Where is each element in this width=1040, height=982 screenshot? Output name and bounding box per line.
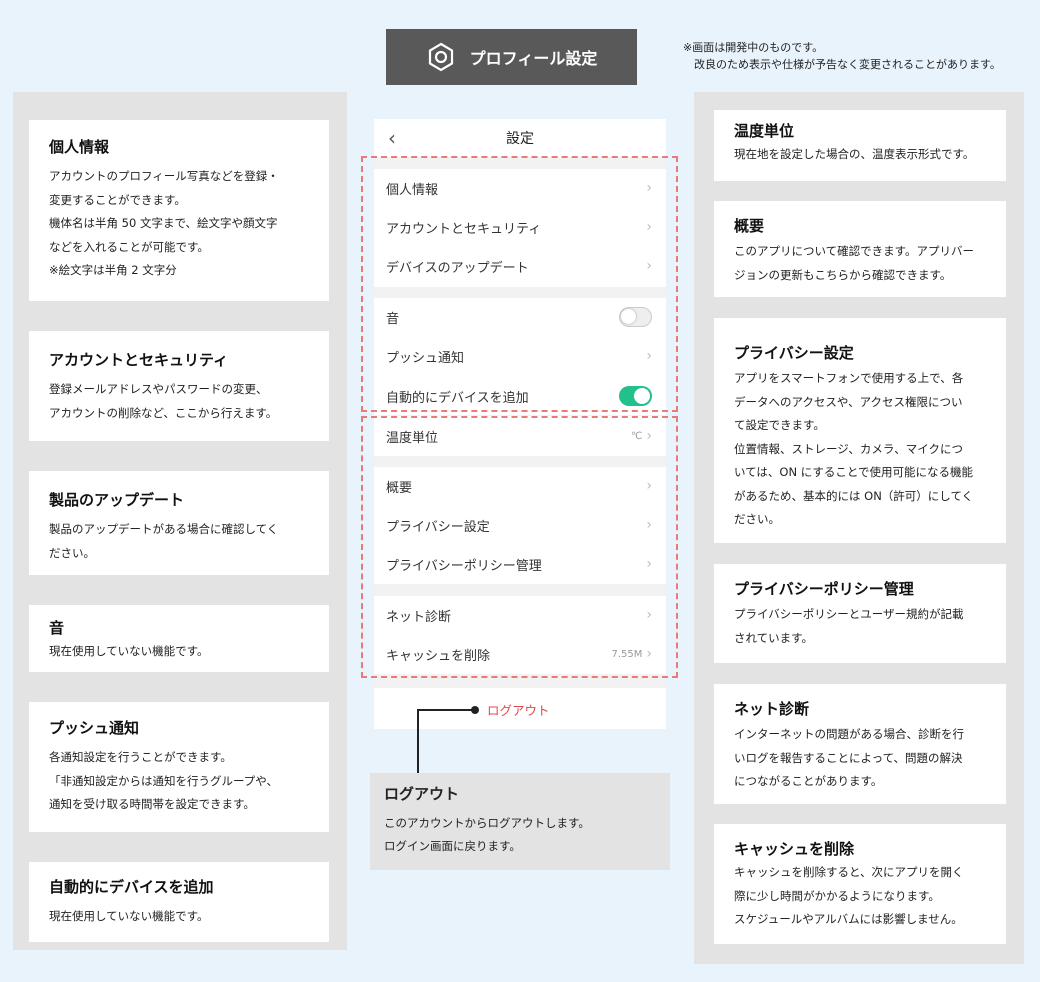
card-about: 概要 このアプリについて確認できます。アプリバー ジョンの更新もこちらから確認で… bbox=[714, 201, 1006, 297]
card-line: このアカウントからログアウトします。 bbox=[384, 816, 590, 830]
highlight-box-right-items bbox=[361, 416, 678, 678]
card-line: 通知を受け取る時間帯を設定できます。 bbox=[49, 797, 255, 811]
card-line: インターネットの問題がある場合、診断を行 bbox=[734, 727, 964, 741]
card-line: 位置情報、ストレージ、カメラ、マイクにつ bbox=[734, 441, 963, 456]
highlight-box-left-items bbox=[361, 156, 678, 412]
card-line: て設定できます。 bbox=[734, 418, 825, 432]
card-title: 音 bbox=[49, 619, 65, 637]
card-line: ログイン画面に戻ります。 bbox=[384, 839, 521, 853]
notice-line-1: ※画面は開発中のものです。 bbox=[683, 41, 824, 54]
card-title: アカウントとセキュリティ bbox=[49, 351, 229, 369]
card-network-diagnosis: ネット診断 インターネットの問題がある場合、診断を行 いログを報告することによっ… bbox=[714, 684, 1006, 804]
card-title: プッシュ通知 bbox=[49, 719, 140, 737]
card-title: プライバシー設定 bbox=[734, 344, 854, 362]
card-personal-info: 個人情報 アカウントのプロフィール写真などを登録・ 変更することができます。 機… bbox=[29, 120, 329, 301]
card-privacy-settings: プライバシー設定 アプリをスマートフォンで使用する上で、各 データへのアクセスや… bbox=[714, 318, 1006, 543]
card-line: ジョンの更新もこちらから確認できます。 bbox=[734, 267, 952, 282]
hexagon-gear-icon bbox=[428, 42, 453, 72]
card-account-security: アカウントとセキュリティ 登録メールアドレスやパスワードの変更、 アカウントの削… bbox=[29, 331, 329, 441]
card-title: プライバシーポリシー管理 bbox=[734, 580, 914, 598]
connector-line bbox=[417, 709, 419, 773]
logout-button[interactable]: ログアウト bbox=[487, 700, 550, 719]
card-line: ださい。 bbox=[734, 512, 780, 526]
card-line: などを入れることが可能です。 bbox=[49, 239, 209, 254]
card-line: 各通知設定を行うことができます。 bbox=[49, 750, 232, 764]
card-line: ※絵文字は半角 2 文字分 bbox=[49, 263, 177, 277]
settings-title: 設定 bbox=[506, 131, 534, 147]
card-temperature-unit: 温度単位 現在地を設定した場合の、温度表示形式です。 bbox=[714, 110, 1006, 181]
card-line: アカウントのプロフィール写真などを登録・ bbox=[49, 169, 279, 183]
card-line: アカウントの削除など、ここから行えます。 bbox=[49, 405, 278, 420]
card-line: 現在地を設定した場合の、温度表示形式です。 bbox=[734, 147, 975, 161]
card-line: につながることがあります。 bbox=[734, 774, 883, 788]
card-title: キャッシュを削除 bbox=[734, 840, 855, 858]
card-clear-cache: キャッシュを削除 キャッシュを削除すると、次にアプリを開く 際に少し時間がかかる… bbox=[714, 824, 1006, 944]
back-chevron-icon[interactable]: ‹ bbox=[388, 126, 396, 150]
card-line: いログを報告することによって、問題の解決 bbox=[734, 750, 963, 765]
card-line: 際に少し時間がかかるようになります。 bbox=[734, 888, 940, 903]
card-product-update: 製品のアップデート 製品のアップデートがある場合に確認してく ださい。 bbox=[29, 471, 329, 575]
card-line: 「非通知設定からは通知を行うグループや、 bbox=[49, 773, 278, 788]
connector-dot bbox=[471, 706, 479, 714]
card-line: スケジュールやアルバムには影響しません。 bbox=[734, 912, 963, 926]
card-title: 概要 bbox=[734, 217, 765, 235]
card-line: 登録メールアドレスやパスワードの変更、 bbox=[49, 382, 268, 396]
profile-settings-header: プロフィール設定 bbox=[386, 29, 637, 85]
card-title: 個人情報 bbox=[49, 138, 110, 156]
header-title: プロフィール設定 bbox=[469, 49, 598, 68]
card-title: ネット診断 bbox=[734, 700, 810, 718]
card-title: 製品のアップデート bbox=[49, 491, 185, 509]
development-notice: ※画面は開発中のものです。 改良のため表示や仕様が予告なく変更されることがありま… bbox=[683, 39, 1001, 73]
card-line: 製品のアップデートがある場合に確認してく bbox=[49, 522, 279, 536]
card-line: プライバシーポリシーとユーザー規約が記載 bbox=[734, 607, 964, 621]
card-line: このアプリについて確認できます。アプリバー bbox=[734, 244, 975, 258]
card-line: 現在使用していない機能です。 bbox=[49, 644, 209, 658]
card-line: 機体名は半角 50 文字まで、絵文字や顔文字 bbox=[49, 216, 278, 230]
card-auto-add-device: 自動的にデバイスを追加 現在使用していない機能です。 bbox=[29, 862, 329, 942]
card-line: ださい。 bbox=[49, 545, 95, 560]
card-line: されています。 bbox=[734, 630, 814, 645]
card-title: 温度単位 bbox=[734, 122, 795, 140]
card-title: ログアウト bbox=[384, 785, 460, 803]
card-line: いては、ON にすることで使用可能になる機能 bbox=[734, 465, 974, 479]
card-line: アプリをスマートフォンで使用する上で、各 bbox=[734, 371, 964, 385]
card-logout: ログアウト このアカウントからログアウトします。 ログイン画面に戻ります。 bbox=[370, 773, 670, 870]
card-sound: 音 現在使用していない機能です。 bbox=[29, 605, 329, 672]
card-line: があるため、基本的には ON（許可）にしてく bbox=[734, 488, 974, 503]
connector-line bbox=[417, 709, 474, 711]
card-line: 変更することができます。 bbox=[49, 192, 186, 207]
card-push-notification: プッシュ通知 各通知設定を行うことができます。 「非通知設定からは通知を行うグル… bbox=[29, 702, 329, 832]
settings-title-bar: ‹ 設定 bbox=[374, 119, 666, 157]
card-line: 現在使用していない機能です。 bbox=[49, 909, 209, 923]
card-line: データへのアクセスや、アクセス権限につい bbox=[734, 394, 963, 409]
notice-line-2: 改良のため表示や仕様が予告なく変更されることがあります。 bbox=[694, 58, 1001, 71]
card-line: キャッシュを削除すると、次にアプリを開く bbox=[734, 865, 964, 879]
card-title: 自動的にデバイスを追加 bbox=[49, 878, 214, 896]
card-privacy-policy: プライバシーポリシー管理 プライバシーポリシーとユーザー規約が記載 されています… bbox=[714, 564, 1006, 663]
